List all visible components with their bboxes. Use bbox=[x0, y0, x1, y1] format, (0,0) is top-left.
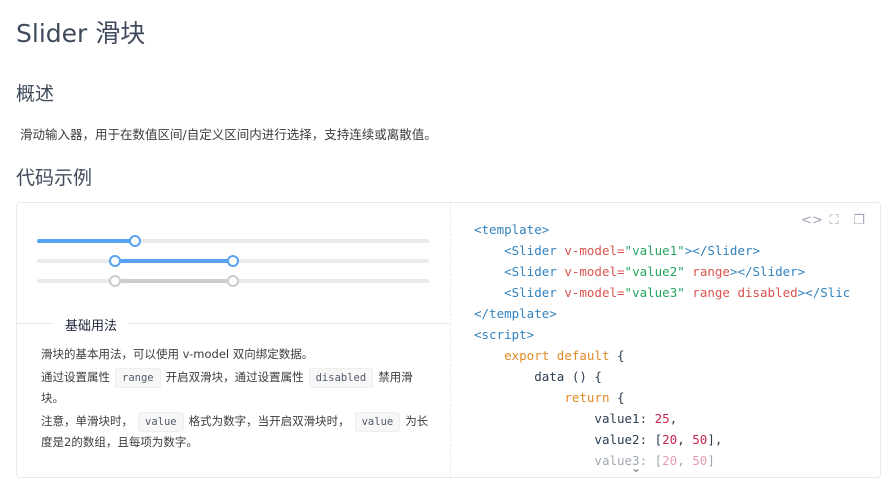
code-token: ></Slider> bbox=[729, 264, 806, 279]
code-block: <template> <Slider v-model="value1"></Sl… bbox=[474, 219, 850, 471]
code-token: <Slider bbox=[504, 285, 557, 300]
text: 注意，单滑块时， bbox=[41, 414, 133, 428]
slider-bar bbox=[115, 279, 233, 283]
demo-desc-p3: 注意，单滑块时， value 格式为数字，当开启双滑块时， value 为长度是2的数组… bbox=[41, 411, 433, 452]
code-token: { bbox=[617, 348, 625, 363]
expand-code-icon[interactable]: ⌄ bbox=[631, 461, 641, 475]
inline-code: value bbox=[354, 412, 401, 432]
code-token: "value3" bbox=[624, 285, 685, 300]
code-token: <Slider bbox=[504, 264, 557, 279]
code-token: "value2" bbox=[624, 264, 685, 279]
code-line: data () { bbox=[534, 369, 602, 384]
single-slider[interactable] bbox=[37, 233, 429, 249]
inline-code: disabled bbox=[308, 368, 374, 388]
code-token: range bbox=[692, 264, 730, 279]
code-token: v-model= bbox=[564, 264, 625, 279]
demo-desc-p1: 滑块的基本用法，可以使用 v-model 双向绑定数据。 bbox=[41, 347, 314, 361]
text: 通过设置属性 bbox=[41, 370, 110, 384]
range-slider[interactable] bbox=[37, 253, 429, 269]
code-token: 25 bbox=[654, 411, 670, 426]
code-token: ></Slider> bbox=[684, 243, 761, 258]
code-token: 50 bbox=[692, 432, 708, 447]
code-token: 20 bbox=[662, 453, 678, 468]
demo-desc-p2: 通过设置属性 range 开启双滑块，通过设置属性 disabled 禁用滑块。 bbox=[41, 367, 433, 408]
code-token: value1: bbox=[594, 411, 648, 426]
code-line: </template> bbox=[474, 306, 557, 321]
code-token: , bbox=[677, 432, 693, 447]
slider-handle-end[interactable] bbox=[227, 255, 239, 267]
page-title: Slider 滑块 bbox=[16, 19, 146, 48]
demo-card: 基础用法 滑块的基本用法，可以使用 v-model 双向绑定数据。 通过设置属性… bbox=[16, 202, 881, 478]
code-token: v-model= bbox=[564, 243, 625, 258]
demo-preview: 基础用法 滑块的基本用法，可以使用 v-model 双向绑定数据。 通过设置属性… bbox=[17, 203, 450, 477]
code-token: return bbox=[564, 390, 610, 405]
text: 格式为数字，当开启双滑块时， bbox=[188, 414, 350, 428]
slider-handle-start[interactable] bbox=[109, 255, 122, 267]
code-token: v-model= bbox=[564, 285, 625, 300]
code-token: value3: [ bbox=[594, 453, 663, 468]
text: 开启双滑块，通过设置属性 bbox=[165, 370, 304, 384]
code-token: "value1" bbox=[624, 243, 685, 258]
code-token: ], bbox=[707, 432, 723, 447]
copy-icon[interactable]: ❐ bbox=[851, 213, 867, 228]
code-token: value2: [ bbox=[594, 432, 663, 447]
code-token: export default bbox=[504, 348, 610, 363]
slider-handle-end bbox=[227, 275, 239, 287]
code-token: <Slider bbox=[504, 243, 557, 258]
demo-description: 滑块的基本用法，可以使用 v-model 双向绑定数据。 通过设置属性 range… bbox=[41, 344, 433, 455]
code-token: 20 bbox=[662, 432, 678, 447]
code-token: , bbox=[677, 453, 693, 468]
code-token: 50 bbox=[692, 453, 708, 468]
component-description: 滑动输入器，用于在数值区间/自定义区间内进行选择，支持连续或离散值。 bbox=[20, 127, 437, 142]
slider-bar bbox=[115, 259, 233, 263]
code-fade-line: value3: [20, 50] bbox=[474, 453, 715, 468]
inline-code: value bbox=[138, 412, 184, 432]
disabled-range-slider bbox=[37, 273, 429, 289]
code-token: ></Slic bbox=[797, 285, 851, 300]
code-panel: <> ⛶ ❐ <template> <Slider v-model="value… bbox=[450, 203, 881, 477]
code-token: , bbox=[669, 411, 678, 426]
overview-heading: 概述 bbox=[16, 83, 55, 105]
code-token: { bbox=[617, 390, 625, 405]
code-token: ] bbox=[707, 453, 715, 468]
slider-handle-start bbox=[109, 275, 122, 287]
slider-bar bbox=[37, 239, 135, 243]
code-token: range disabled bbox=[692, 285, 798, 300]
inline-code: range bbox=[115, 368, 161, 388]
demo-title: 基础用法 bbox=[54, 315, 129, 334]
code-line: <template> bbox=[474, 222, 550, 237]
example-heading: 代码示例 bbox=[16, 167, 93, 189]
code-line: <script> bbox=[474, 327, 535, 342]
slider-handle[interactable] bbox=[129, 235, 141, 247]
